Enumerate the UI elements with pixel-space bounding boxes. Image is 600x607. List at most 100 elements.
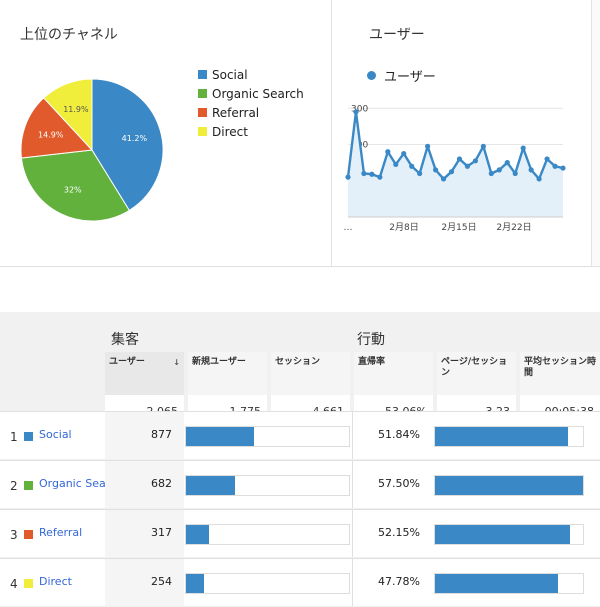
header-new-users[interactable]: 新規ユーザー xyxy=(188,352,267,395)
header-bounce-rate[interactable]: 直帰率 xyxy=(354,352,433,395)
data-point xyxy=(512,170,518,177)
legend-dot xyxy=(367,71,376,80)
row-users: 682 xyxy=(105,461,184,508)
data-point xyxy=(393,161,399,168)
data-point xyxy=(496,167,502,173)
legend-label: Social xyxy=(212,67,248,82)
sort-desc-icon: ↓ xyxy=(173,358,180,367)
data-point xyxy=(425,143,431,149)
legend-item-direct[interactable]: Direct xyxy=(198,122,304,141)
legend-label: Referral xyxy=(212,105,260,120)
header-label: ページ/セッション xyxy=(441,357,508,378)
data-point xyxy=(432,167,439,173)
row-users: 317 xyxy=(105,510,184,557)
data-point xyxy=(480,143,486,149)
data-point xyxy=(440,176,447,182)
row-rank: 2 xyxy=(10,479,18,493)
data-point xyxy=(377,174,383,180)
data-point xyxy=(536,176,542,182)
row-users: 254 xyxy=(105,559,184,606)
pie-slice-label: 14.9% xyxy=(38,131,64,140)
legend-label: Organic Search xyxy=(212,86,304,101)
row-swatch xyxy=(24,432,33,441)
top-channels-card: 上位のチャネル 41.2% 32% 14.9% 11.9% Social Organi… xyxy=(0,0,332,266)
row-rank: 4 xyxy=(10,577,18,591)
pie-legend: Social Organic Search Referral Direct xyxy=(198,65,304,141)
row-bounce-rate: 47.78% xyxy=(378,575,420,588)
users-share-bar xyxy=(185,573,350,594)
users-share-bar xyxy=(185,426,350,447)
row-bounce-rate: 52.15% xyxy=(378,526,420,539)
bar-fill xyxy=(186,427,255,446)
table-row: 3 Referral 317 52.15% xyxy=(0,509,600,557)
header-label: ユーザー xyxy=(109,357,145,367)
data-point xyxy=(369,171,375,177)
x-tick-label: 2月8日 xyxy=(389,222,418,233)
data-point xyxy=(472,158,479,164)
table-row: 1 Social 877 51.84% xyxy=(0,411,600,459)
bar-fill xyxy=(186,525,209,544)
users-title: ユーザー xyxy=(369,27,425,43)
users-share-bar xyxy=(185,524,350,545)
users-card: ユーザー ユーザー 300200100…2月8日2月15日2月22日 xyxy=(333,0,591,266)
row-channel-link[interactable]: Organic Search xyxy=(39,477,106,490)
legend-label: Direct xyxy=(212,124,248,139)
data-point xyxy=(448,169,455,175)
legend-item-organic[interactable]: Organic Search xyxy=(198,84,304,103)
bar-fill xyxy=(435,525,570,544)
pie-slice-label: 32% xyxy=(64,186,82,195)
group-acquisition: 集客 xyxy=(105,312,353,352)
pie-slice-label: 41.2% xyxy=(122,134,148,143)
table-row: 2 Organic Search 682 57.50% xyxy=(0,460,600,508)
bounce-share-bar xyxy=(434,475,584,496)
row-swatch xyxy=(24,481,33,490)
row-rank: 3 xyxy=(10,528,18,542)
data-point xyxy=(464,163,471,169)
data-point xyxy=(456,156,463,162)
row-bounce-rate: 57.50% xyxy=(378,477,420,490)
x-tick-label: 2月22日 xyxy=(496,222,531,233)
header-sessions[interactable]: セッション xyxy=(271,352,350,395)
data-point xyxy=(361,170,367,177)
pie-slice-label: 11.9% xyxy=(63,105,89,114)
header-avg-session-duration[interactable]: 平均セッション時間 xyxy=(520,352,600,395)
top-channels-title: 上位のチャネル xyxy=(20,27,118,43)
data-point xyxy=(385,149,391,155)
data-point xyxy=(409,163,415,169)
header-label: セッション xyxy=(275,357,321,367)
bar-fill xyxy=(435,427,569,446)
row-rank: 1 xyxy=(10,430,18,444)
bounce-share-bar xyxy=(434,426,584,447)
header-users[interactable]: ユーザー ↓ xyxy=(105,352,184,395)
row-channel-link[interactable]: Social xyxy=(39,428,106,441)
line-legend: ユーザー xyxy=(367,66,436,85)
data-point xyxy=(544,156,550,162)
data-point xyxy=(528,167,534,173)
data-point xyxy=(353,109,359,115)
data-point xyxy=(345,174,351,180)
row-bounce-rate: 51.84% xyxy=(378,428,420,441)
legend-swatch xyxy=(198,89,207,98)
legend-item-social[interactable]: Social xyxy=(198,65,304,84)
users-line-chart: 300200100…2月8日2月15日2月22日 xyxy=(344,104,566,233)
row-channel-link[interactable]: Direct xyxy=(39,575,106,588)
legend-swatch xyxy=(198,70,207,79)
data-point xyxy=(488,170,494,177)
row-users: 877 xyxy=(105,412,184,459)
data-point xyxy=(520,145,526,151)
row-swatch xyxy=(24,530,33,539)
group-behavior: 行動 xyxy=(353,312,600,352)
section-divider xyxy=(0,266,600,267)
dashboard-top: 上位のチャネル 41.2% 32% 14.9% 11.9% Social Organi… xyxy=(0,0,600,266)
legend-swatch xyxy=(198,108,207,117)
bounce-share-bar xyxy=(434,573,584,594)
data-point xyxy=(560,165,566,171)
line-legend-label: ユーザー xyxy=(384,70,436,85)
x-tick-label: 2月15日 xyxy=(441,222,476,233)
data-point xyxy=(417,170,423,177)
row-channel-link[interactable]: Referral xyxy=(39,526,106,539)
bounce-share-bar xyxy=(434,524,584,545)
data-point xyxy=(401,150,407,157)
legend-item-referral[interactable]: Referral xyxy=(198,103,304,122)
header-pages-per-session[interactable]: ページ/セッション xyxy=(437,352,516,395)
